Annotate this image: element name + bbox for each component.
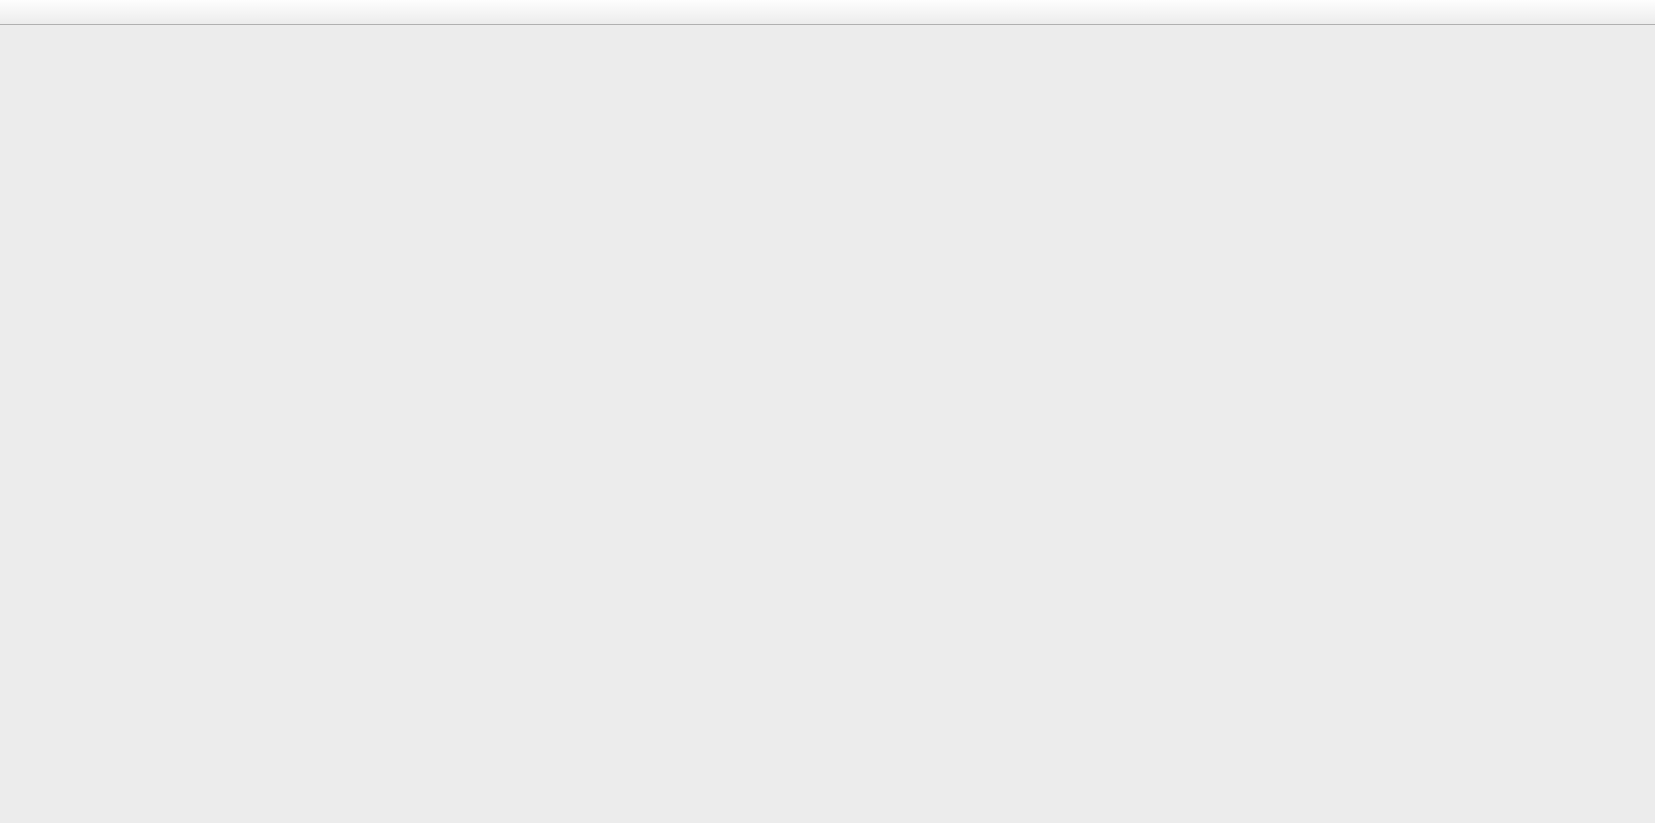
terminal-window: [0, 0, 1655, 823]
chart-window: [0, 25, 1655, 823]
toolbar: [0, 0, 1655, 25]
chart-canvas[interactable]: [0, 25, 1655, 823]
